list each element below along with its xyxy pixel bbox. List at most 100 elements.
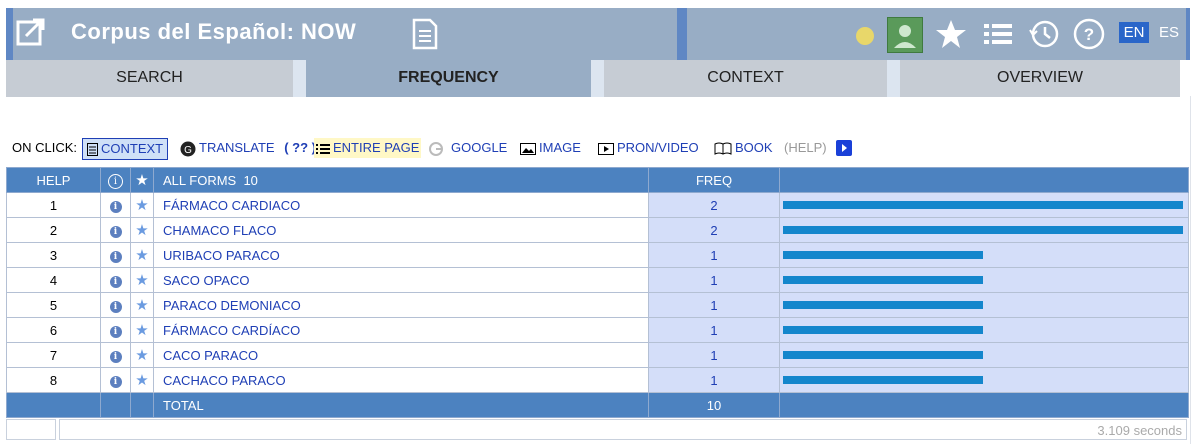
tab-divider (591, 60, 604, 97)
info-icon[interactable]: i (109, 226, 122, 238)
info-icon[interactable]: i (109, 376, 122, 388)
tab-context[interactable]: CONTEXT (604, 60, 887, 97)
table-row: 3 i ★ URIBACO PARACO 1 (6, 242, 1189, 268)
on-click-book-option[interactable]: BOOK (714, 138, 773, 158)
freq-value[interactable]: 1 (648, 292, 780, 318)
row-number: 8 (6, 367, 101, 393)
word-form-link[interactable]: CACO PARACO (153, 342, 649, 368)
tab-overview[interactable]: OVERVIEW (900, 60, 1180, 97)
language-es-button[interactable]: ES (1159, 22, 1179, 43)
row-info-cell[interactable]: i (100, 217, 131, 243)
word-form-link[interactable]: FÁRMACO CARDIACO (153, 192, 649, 218)
star-icon[interactable]: ★ (135, 372, 148, 389)
document-icon[interactable] (411, 18, 439, 50)
on-click-help-link[interactable]: (HELP) (784, 138, 827, 158)
google-option-label: GOOGLE (451, 140, 508, 155)
tab-divider (887, 60, 900, 97)
word-form-link[interactable]: CACHACO PARACO (153, 367, 649, 393)
star-icon[interactable]: ★ (135, 222, 148, 239)
star-icon[interactable]: ★ (135, 272, 148, 289)
row-star-cell[interactable]: ★ (130, 367, 154, 393)
freq-bar (783, 201, 1183, 209)
row-star-cell[interactable]: ★ (130, 267, 154, 293)
table-row: 7 i ★ CACO PARACO 1 (6, 342, 1189, 368)
row-number: 2 (6, 217, 101, 243)
on-click-context-option[interactable]: CONTEXT (82, 138, 169, 160)
word-form-link[interactable]: FÁRMACO CARDÍACO (153, 317, 649, 343)
app-share-icon[interactable] (16, 16, 48, 48)
star-icon: ★ (135, 172, 149, 189)
row-star-cell[interactable]: ★ (130, 292, 154, 318)
on-click-entire-page-option[interactable]: ENTIRE PAGE (314, 138, 422, 158)
star-icon[interactable]: ★ (135, 322, 148, 339)
user-icon[interactable] (887, 17, 923, 53)
translate-option-label: TRANSLATE (199, 140, 275, 155)
history-icon[interactable] (1028, 18, 1060, 50)
on-click-pron-video-option[interactable]: PRON/VIDEO (598, 138, 699, 158)
on-click-image-option[interactable]: IMAGE (520, 138, 581, 158)
table-row: 5 i ★ PARACO DEMONIACO 1 (6, 292, 1189, 318)
freq-value[interactable]: 2 (648, 217, 780, 243)
row-info-cell[interactable]: i (100, 192, 131, 218)
row-star-cell[interactable]: ★ (130, 342, 154, 368)
total-cell-empty (100, 392, 131, 418)
freq-value[interactable]: 1 (648, 267, 780, 293)
info-icon[interactable]: i (109, 251, 122, 263)
document-icon (87, 143, 98, 157)
row-info-cell[interactable]: i (100, 367, 131, 393)
header-divider (6, 8, 13, 60)
star-icon[interactable] (935, 18, 967, 50)
freq-value[interactable]: 2 (648, 192, 780, 218)
star-icon[interactable]: ★ (135, 297, 148, 314)
row-star-cell[interactable]: ★ (130, 317, 154, 343)
app-title[interactable]: Corpus del Español: NOW (71, 19, 356, 45)
freq-bar-cell (779, 317, 1189, 343)
freq-bar (783, 351, 983, 359)
row-info-cell[interactable]: i (100, 242, 131, 268)
on-click-toolbar: ON CLICK: CONTEXT G TRANSLATE ( ?? ) ENTI… (12, 136, 872, 160)
on-click-google-option[interactable]: GOOGLE (428, 138, 507, 158)
info-icon[interactable]: i (109, 201, 122, 213)
row-star-cell[interactable]: ★ (130, 192, 154, 218)
svg-text:?: ? (1084, 25, 1094, 44)
row-info-cell[interactable]: i (100, 342, 131, 368)
freq-value[interactable]: 1 (648, 342, 780, 368)
info-icon[interactable]: i (109, 276, 122, 288)
freq-bar-cell (779, 242, 1189, 268)
row-star-cell[interactable]: ★ (130, 242, 154, 268)
table-row: 6 i ★ FÁRMACO CARDÍACO 1 (6, 317, 1189, 343)
tab-frequency[interactable]: FREQUENCY (306, 60, 591, 97)
word-form-link[interactable]: SACO OPACO (153, 267, 649, 293)
translate-help-link[interactable]: ( ?? ) (284, 140, 316, 155)
star-icon[interactable]: ★ (135, 347, 148, 364)
freq-column-header: FREQ (648, 167, 780, 193)
row-info-cell[interactable]: i (100, 317, 131, 343)
freq-value[interactable]: 1 (648, 317, 780, 343)
info-icon[interactable]: i (109, 351, 122, 363)
freq-value[interactable]: 1 (648, 367, 780, 393)
word-form-link[interactable]: CHAMACO FLACO (153, 217, 649, 243)
row-info-cell[interactable]: i (100, 292, 131, 318)
table-row: 8 i ★ CACHACO PARACO 1 (6, 367, 1189, 393)
word-form-link[interactable]: URIBACO PARACO (153, 242, 649, 268)
svg-text:G: G (184, 145, 192, 156)
table-row: 2 i ★ CHAMACO FLACO 2 (6, 217, 1189, 243)
star-icon[interactable]: ★ (135, 197, 148, 214)
tab-search[interactable]: SEARCH (6, 60, 293, 97)
help-column-header[interactable]: HELP (6, 167, 101, 193)
row-star-cell[interactable]: ★ (130, 217, 154, 243)
star-column-header: ★ (130, 167, 154, 193)
info-icon[interactable]: i (109, 301, 122, 313)
freq-bar (783, 226, 1183, 234)
info-icon[interactable]: i (109, 326, 122, 338)
row-info-cell[interactable]: i (100, 267, 131, 293)
list-icon[interactable] (982, 18, 1014, 50)
play-icon[interactable] (836, 140, 852, 156)
star-icon[interactable]: ★ (135, 247, 148, 264)
word-form-link[interactable]: PARACO DEMONIACO (153, 292, 649, 318)
freq-bar-cell (779, 292, 1189, 318)
help-icon[interactable]: ? (1073, 18, 1105, 50)
language-en-button[interactable]: EN (1119, 22, 1149, 43)
freq-value[interactable]: 1 (648, 242, 780, 268)
on-click-translate-option[interactable]: G TRANSLATE ( ?? ) (180, 138, 316, 158)
